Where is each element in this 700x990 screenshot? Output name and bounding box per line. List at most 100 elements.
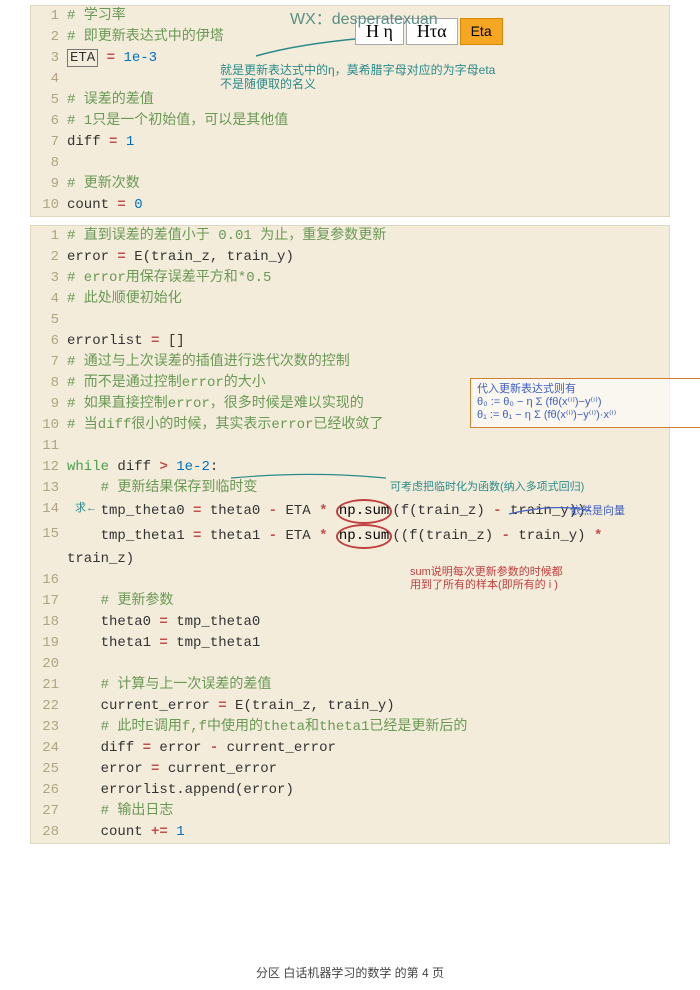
code-content: # 误差的差值 [67, 90, 669, 111]
code-line: 6errorlist = [] [31, 331, 669, 352]
code-line: 22 current_error = E(train_z, train_y) [31, 696, 669, 717]
line-number: 8 [31, 373, 67, 394]
code-line: 23 # 此时E调用f,f中使用的theta和theta1已经是更新后的 [31, 717, 669, 738]
code-content: error = E(train_z, train_y) [67, 247, 669, 268]
annotation-eta-meaning: 就是更新表达式中的η，莫希腊字母对应的为字母eta 不是随便取的名义 [220, 63, 640, 92]
code-content: errorlist.append(error) [67, 780, 669, 801]
badge-eta-highlight: Eta [460, 18, 503, 45]
line-number: 6 [31, 331, 67, 352]
code-content: error = current_error [67, 759, 669, 780]
line-number: 23 [31, 717, 67, 738]
line-number: 19 [31, 633, 67, 654]
code-line: 26 errorlist.append(error) [31, 780, 669, 801]
code-line: 28 count += 1 [31, 822, 669, 843]
line-number: 18 [31, 612, 67, 633]
annotation-sum-marker: 求← [75, 502, 97, 515]
watermark: WX：desperatexuan [290, 5, 438, 29]
code-line: 8 [31, 153, 669, 174]
line-number: 7 [31, 132, 67, 153]
line-number: 28 [31, 822, 67, 843]
line-number: 20 [31, 654, 67, 675]
line-number: 15 [31, 524, 67, 545]
code-line: 6# 1只是一个初始值，可以是其他值 [31, 111, 669, 132]
line-number: 27 [31, 801, 67, 822]
code-line: 2# 即更新表达式中的伊塔 [31, 27, 669, 48]
line-number: 1 [31, 6, 67, 27]
code-line: 21 # 计算与上一次误差的差值 [31, 675, 669, 696]
code-line: 18 theta0 = tmp_theta0 [31, 612, 669, 633]
code-line: 19 theta1 = tmp_theta1 [31, 633, 669, 654]
annotation-polynomial: 可考虑把临时化为函数(纳入多项式回归) [390, 481, 670, 494]
line-number: 2 [31, 27, 67, 48]
code-content: # error用保存误差平方和*0.5 [67, 268, 669, 289]
annotation-line: θ₀ := θ₀ − η Σ (fθ(x⁽ⁱ⁾)−y⁽ⁱ⁾) [477, 396, 700, 409]
line-number: 5 [31, 90, 67, 111]
annotation-formula-box: 代入更新表达式则有 θ₀ := θ₀ − η Σ (fθ(x⁽ⁱ⁾)−y⁽ⁱ⁾)… [470, 378, 700, 428]
line-number: 11 [31, 436, 67, 457]
code-content: count = 0 [67, 195, 669, 216]
code-content: # 通过与上次误差的插值进行迭代次数的控制 [67, 352, 669, 373]
annotation-line: θ₁ := θ₁ − η Σ (fθ(x⁽ⁱ⁾)−y⁽ⁱ⁾)·x⁽ⁱ⁾ [477, 409, 700, 422]
code-line: 25 error = current_error [31, 759, 669, 780]
line-number: 13 [31, 478, 67, 499]
line-number: 2 [31, 247, 67, 268]
code-line: 27 # 输出日志 [31, 801, 669, 822]
code-content: diff = error - current_error [67, 738, 669, 759]
line-number: 7 [31, 352, 67, 373]
line-number: 16 [31, 570, 67, 591]
code-block-1: 1# 学习率2# 即更新表达式中的伊塔3ETA = 1e-34 5# 误差的差值… [30, 5, 670, 217]
code-line: 15 tmp_theta1 = theta1 - ETA * np.sum((f… [31, 524, 669, 570]
line-number: 9 [31, 174, 67, 195]
code-content: errorlist = [] [67, 331, 669, 352]
code-line: 7diff = 1 [31, 132, 669, 153]
code-content: # 计算与上一次误差的差值 [67, 675, 669, 696]
line-number: 3 [31, 268, 67, 289]
line-number: 22 [31, 696, 67, 717]
code-content: # 直到误差的差值小于 0.01 为止，重复参数更新 [67, 226, 669, 247]
line-number: 10 [31, 195, 67, 216]
annotation-sum-explain: sum说明每次更新参数的时候都 用到了所有的样本(即所有的 i ) [410, 566, 650, 592]
line-number: 6 [31, 111, 67, 132]
code-line: 5# 误差的差值 [31, 90, 669, 111]
line-number: 3 [31, 48, 67, 69]
code-content: count += 1 [67, 822, 669, 843]
line-number: 5 [31, 310, 67, 331]
line-number: 10 [31, 415, 67, 436]
code-line: 12while diff > 1e-2: [31, 457, 669, 478]
code-line: 3# error用保存误差平方和*0.5 [31, 268, 669, 289]
line-number: 17 [31, 591, 67, 612]
line-number: 4 [31, 289, 67, 310]
code-content: current_error = E(train_z, train_y) [67, 696, 669, 717]
code-line: 20 [31, 654, 669, 675]
code-content: # 更新参数 [67, 591, 669, 612]
annotation-line: sum说明每次更新参数的时候都 [410, 566, 650, 579]
code-content: # 此处顺便初始化 [67, 289, 669, 310]
line-number: 24 [31, 738, 67, 759]
code-line: 9# 更新次数 [31, 174, 669, 195]
annotation-line: 代入更新表达式则有 [477, 383, 700, 396]
code-content [67, 436, 669, 457]
code-line: 17 # 更新参数 [31, 591, 669, 612]
code-line: 5 [31, 310, 669, 331]
line-number: 1 [31, 226, 67, 247]
line-number: 4 [31, 69, 67, 90]
code-content: tmp_theta1 = theta1 - ETA * np.sum((f(tr… [67, 524, 669, 570]
line-number: 21 [31, 675, 67, 696]
code-content: # 输出日志 [67, 801, 669, 822]
line-number: 14 [31, 499, 67, 520]
annotation-line: 不是随便取的名义 [220, 77, 640, 91]
code-line: 4# 此处顺便初始化 [31, 289, 669, 310]
code-content: while diff > 1e-2: [67, 457, 669, 478]
code-line: 7# 通过与上次误差的插值进行迭代次数的控制 [31, 352, 669, 373]
page: WX：desperatexuan H η Hτα Eta 1# 学习率2# 即更… [30, 0, 670, 981]
code-block-2: 1# 直到误差的差值小于 0.01 为止，重复参数更新2error = E(tr… [30, 225, 670, 844]
code-line: 2error = E(train_z, train_y) [31, 247, 669, 268]
code-content [67, 310, 669, 331]
code-line: 10count = 0 [31, 195, 669, 216]
code-content [67, 654, 669, 675]
line-number: 8 [31, 153, 67, 174]
code-content [67, 153, 669, 174]
code-content: diff = 1 [67, 132, 669, 153]
page-footer: 分区 白话机器学习的数学 的第 4 页 [30, 964, 670, 981]
code-line: 11 [31, 436, 669, 457]
